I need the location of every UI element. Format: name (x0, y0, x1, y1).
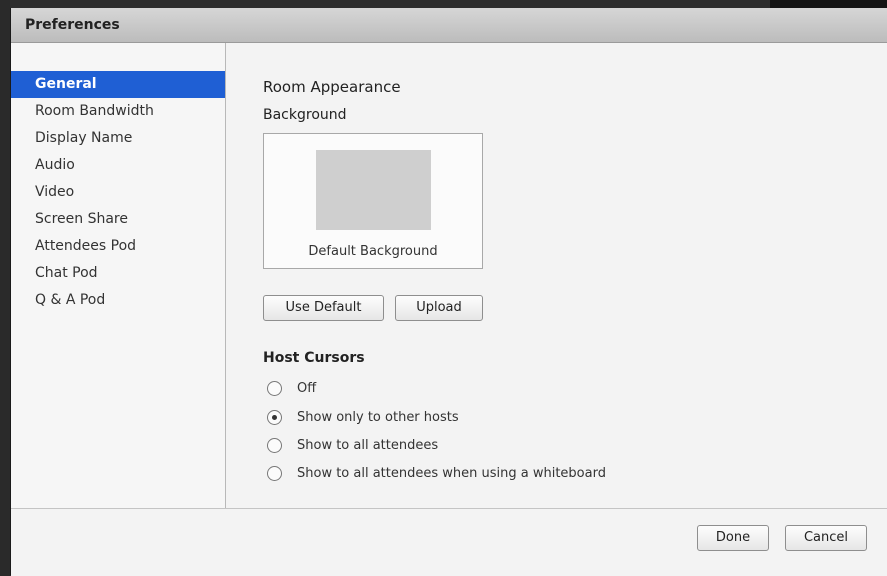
title-bar[interactable]: Preferences (11, 8, 887, 43)
use-default-button[interactable]: Use Default (263, 295, 384, 321)
dialog-title: Preferences (25, 17, 120, 33)
background-preview: Default Background (263, 133, 483, 269)
window-edge (0, 0, 10, 575)
background-label: Background (263, 107, 347, 123)
sidebar-panel: General Room Bandwidth Display Name Audi… (11, 43, 226, 508)
radio-option-show-to-other-hosts[interactable]: Show only to other hosts (267, 407, 459, 427)
upload-button[interactable]: Upload (395, 295, 483, 321)
sidebar-item-chat-pod[interactable]: Chat Pod (11, 260, 225, 287)
radio-label: Show to all attendees (297, 437, 439, 453)
sidebar-item-screen-share[interactable]: Screen Share (11, 206, 225, 233)
general-settings-panel: Room Appearance Background Default Backg… (226, 43, 887, 508)
sidebar-item-attendees-pod[interactable]: Attendees Pod (11, 233, 225, 260)
sidebar-item-room-bandwidth[interactable]: Room Bandwidth (11, 98, 225, 125)
background-preview-caption: Default Background (308, 244, 438, 259)
radio-label: Show to all attendees when using a white… (297, 465, 606, 481)
radio-button[interactable] (267, 380, 282, 396)
sidebar-item-general[interactable]: General (11, 71, 225, 98)
radio-label: Off (297, 380, 317, 396)
sidebar-item-display-name[interactable]: Display Name (11, 125, 225, 152)
background-strip-dark (770, 0, 887, 8)
radio-option-whiteboard[interactable]: Show to all attendees when using a white… (267, 463, 606, 483)
done-button[interactable]: Done (697, 525, 769, 551)
radio-label: Show only to other hosts (297, 409, 459, 425)
dialog-footer: Done Cancel (11, 508, 887, 576)
radio-button[interactable] (267, 437, 282, 453)
sidebar-item-qa-pod[interactable]: Q & A Pod (11, 287, 225, 314)
radio-button[interactable] (267, 465, 282, 481)
sidebar-item-audio[interactable]: Audio (11, 152, 225, 179)
radio-button-selected[interactable] (267, 409, 282, 425)
radio-option-show-to-all-attendees[interactable]: Show to all attendees (267, 435, 438, 455)
cancel-button[interactable]: Cancel (785, 525, 867, 551)
radio-option-off[interactable]: Off (267, 378, 316, 398)
background-strip (0, 0, 887, 8)
background-thumbnail (316, 150, 431, 230)
host-cursors-heading: Host Cursors (263, 350, 365, 366)
room-appearance-heading: Room Appearance (263, 78, 401, 96)
sidebar-item-video[interactable]: Video (11, 179, 225, 206)
preferences-dialog: Preferences General Room Bandwidth Displ… (10, 8, 887, 576)
sidebar-nav: General Room Bandwidth Display Name Audi… (11, 71, 225, 314)
